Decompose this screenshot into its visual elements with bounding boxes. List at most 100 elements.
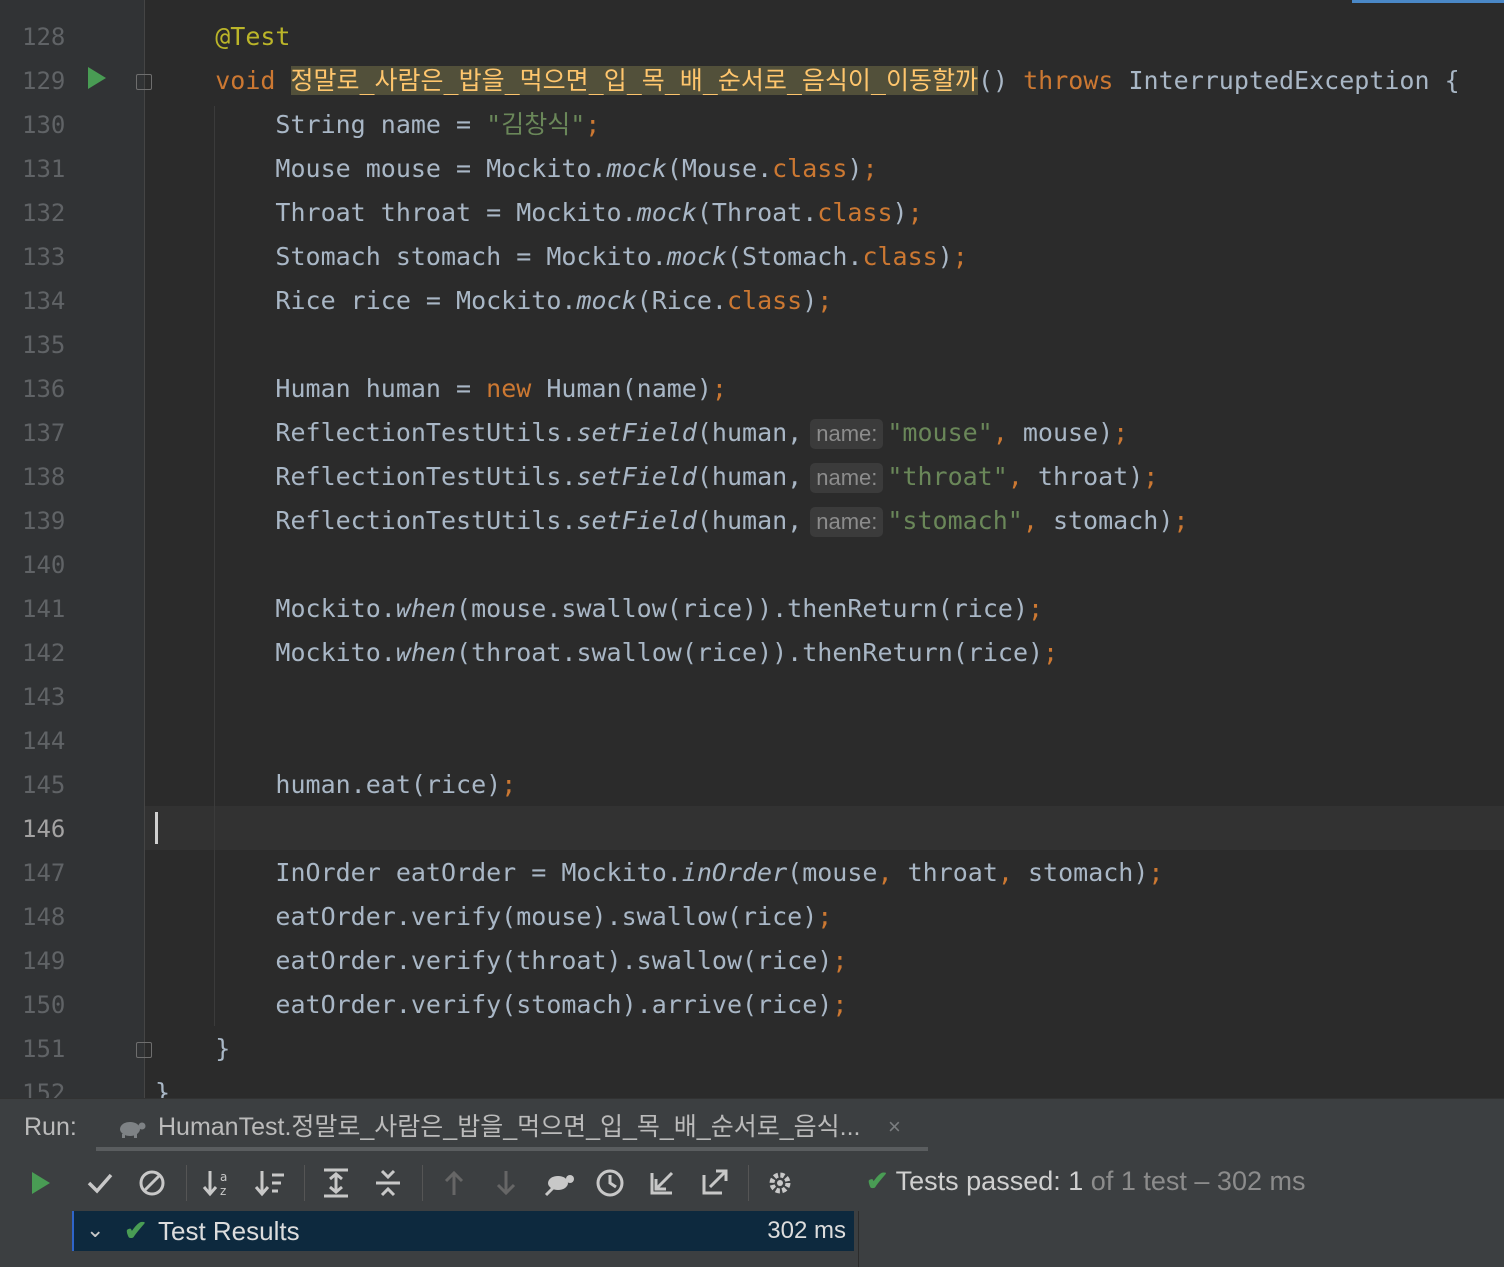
code-text: Mouse mouse = Mockito.mock(Mouse.class); [155,147,878,191]
code-line[interactable]: 130 String name = "김창식"; [0,103,1504,147]
code-line[interactable]: 142 Mockito.when(throat.swallow(rice)).t… [0,631,1504,675]
code-token: Human(name) [531,374,712,403]
editor-scroll-indicator [1352,0,1504,3]
collapse-all-icon[interactable] [370,1165,406,1201]
test-results-duration: 302 ms [767,1217,846,1244]
test-results-row[interactable]: ⌄ ✔ Test Results 302 ms [72,1211,854,1251]
code-line[interactable]: 139 ReflectionTestUtils.setField(human, n… [0,499,1504,543]
toolbar-separator [304,1165,305,1201]
code-line[interactable]: 129 void 정말로_사람은_밥을_먹으면_입_목_배_순서로_음식이_이동… [0,59,1504,103]
close-tab-icon[interactable]: × [888,1109,901,1145]
code-token: stomach) [1012,858,1149,887]
code-token: (Throat. [696,198,818,227]
code-token: , [997,858,1013,887]
code-line[interactable]: 134 Rice rice = Mockito.mock(Rice.class)… [0,279,1504,323]
code-token: mouse) [1007,418,1114,447]
code-text: void 정말로_사람은_밥을_먹으면_입_목_배_순서로_음식이_이동할까()… [155,59,1460,103]
rerun-icon[interactable] [22,1165,58,1201]
code-token: ; [862,154,878,183]
passed-check-icon: ✔ [866,1166,889,1196]
run-tab[interactable]: HumanTest.정말로_사람은_밥을_먹으면_입_목_배_순서로_음식... [96,1105,928,1151]
code-line[interactable]: 141 Mockito.when(mouse.swallow(rice)).th… [0,587,1504,631]
code-line[interactable]: 138 ReflectionTestUtils.setField(human, n… [0,455,1504,499]
line-number: 134 [22,287,66,315]
code-token: "throat" [887,462,1008,491]
code-text: eatOrder.verify(stomach).arrive(rice); [155,983,847,1027]
code-line[interactable]: 150 eatOrder.verify(stomach).arrive(rice… [0,983,1504,1027]
code-token: InterruptedException { [1113,66,1460,95]
code-text: Stomach stomach = Mockito.mock(Stomach.c… [155,235,968,279]
code-token: ; [501,770,517,799]
code-line[interactable]: 146 [0,807,1504,851]
code-token: ; [1113,418,1129,447]
code-text: Mockito.when(throat.swallow(rice)).thenR… [155,631,1058,675]
history-icon[interactable] [592,1165,628,1201]
check-icon[interactable] [82,1165,118,1201]
code-token: ; [817,286,833,315]
code-line[interactable]: 135 [0,323,1504,367]
code-line[interactable]: 148 eatOrder.verify(mouse).swallow(rice)… [0,895,1504,939]
code-token: mock [666,242,727,271]
line-number: 143 [22,683,66,711]
code-token: stomach) [1037,506,1174,535]
tests-status-prefix: Tests passed: [895,1166,1061,1196]
code-line[interactable]: 133 Stomach stomach = Mockito.mock(Stoma… [0,235,1504,279]
code-line[interactable]: 128 @Test [0,15,1504,59]
next-failed-icon[interactable] [488,1165,524,1201]
code-line[interactable]: 143 [0,675,1504,719]
sort-alpha-icon[interactable]: az [200,1165,236,1201]
sort-duration-icon[interactable] [252,1165,288,1201]
parameter-hint: name: [810,463,884,493]
stop-icon[interactable] [134,1165,170,1201]
test-results-label: Test Results [158,1216,300,1246]
code-line[interactable]: 145 human.eat(rice); [0,763,1504,807]
code-token: class [726,286,803,315]
code-line[interactable]: 137 ReflectionTestUtils.setField(human, n… [0,411,1504,455]
line-number: 135 [22,331,66,359]
code-line[interactable]: 151 } [0,1027,1504,1071]
prev-failed-icon[interactable] [436,1165,472,1201]
line-number: 144 [22,727,66,755]
run-tab-underline [96,1147,928,1151]
code-token: when [395,638,457,667]
code-line[interactable]: 132 Throat throat = Mockito.mock(Throat.… [0,191,1504,235]
code-token: setField [576,506,697,535]
code-token: , [877,858,893,887]
code-text: eatOrder.verify(throat).swallow(rice); [155,939,847,983]
code-token: "mouse" [887,418,993,447]
code-text: Human human = new Human(name); [155,367,727,411]
line-number: 151 [22,1035,66,1063]
code-editor[interactable]: 128 @Test 129 void 정말로_사람은_밥을_먹으면_입_목_배_순… [0,0,1504,1098]
code-token: , [1007,462,1023,491]
code-line[interactable]: 144 [0,719,1504,763]
code-text: Mockito.when(mouse.swallow(rice)).thenRe… [155,587,1043,631]
line-number: 138 [22,463,66,491]
code-token: inOrder [681,858,788,887]
code-line[interactable]: 149 eatOrder.verify(throat).swallow(rice… [0,939,1504,983]
code-token: mock [606,154,667,183]
code-token: Throat throat = Mockito. [155,198,637,227]
code-line[interactable]: 140 [0,543,1504,587]
code-text: ReflectionTestUtils.setField(human, name:… [155,499,1188,543]
code-token: ; [1173,506,1189,535]
code-token: (Stomach. [726,242,863,271]
code-token: ; [952,242,968,271]
code-token: ReflectionTestUtils. [155,418,577,447]
code-line[interactable]: 136 Human human = new Human(name); [0,367,1504,411]
chevron-down-icon[interactable]: ⌄ [86,1211,104,1249]
code-line[interactable]: 152} [0,1071,1504,1098]
code-token: mock [636,198,697,227]
code-line[interactable]: 147 InOrder eatOrder = Mockito.inOrder(m… [0,851,1504,895]
settings-icon[interactable] [762,1165,798,1201]
tests-status: ✔ Tests passed: 1 of 1 test – 302 ms [866,1161,1305,1201]
expand-all-icon[interactable] [318,1165,354,1201]
code-line[interactable]: 131 Mouse mouse = Mockito.mock(Mouse.cla… [0,147,1504,191]
import-icon[interactable] [644,1165,680,1201]
code-token: (throat.swallow(rice)).thenReturn(rice) [456,638,1044,667]
rerun-failed-icon[interactable] [540,1165,576,1201]
code-token: ReflectionTestUtils. [155,462,577,491]
code-token: 정말로_사람은_밥을_먹으면_입_목_배_순서로_음식이_이동할까 [290,66,978,95]
code-token: throat) [1022,462,1144,491]
export-icon[interactable] [696,1165,732,1201]
